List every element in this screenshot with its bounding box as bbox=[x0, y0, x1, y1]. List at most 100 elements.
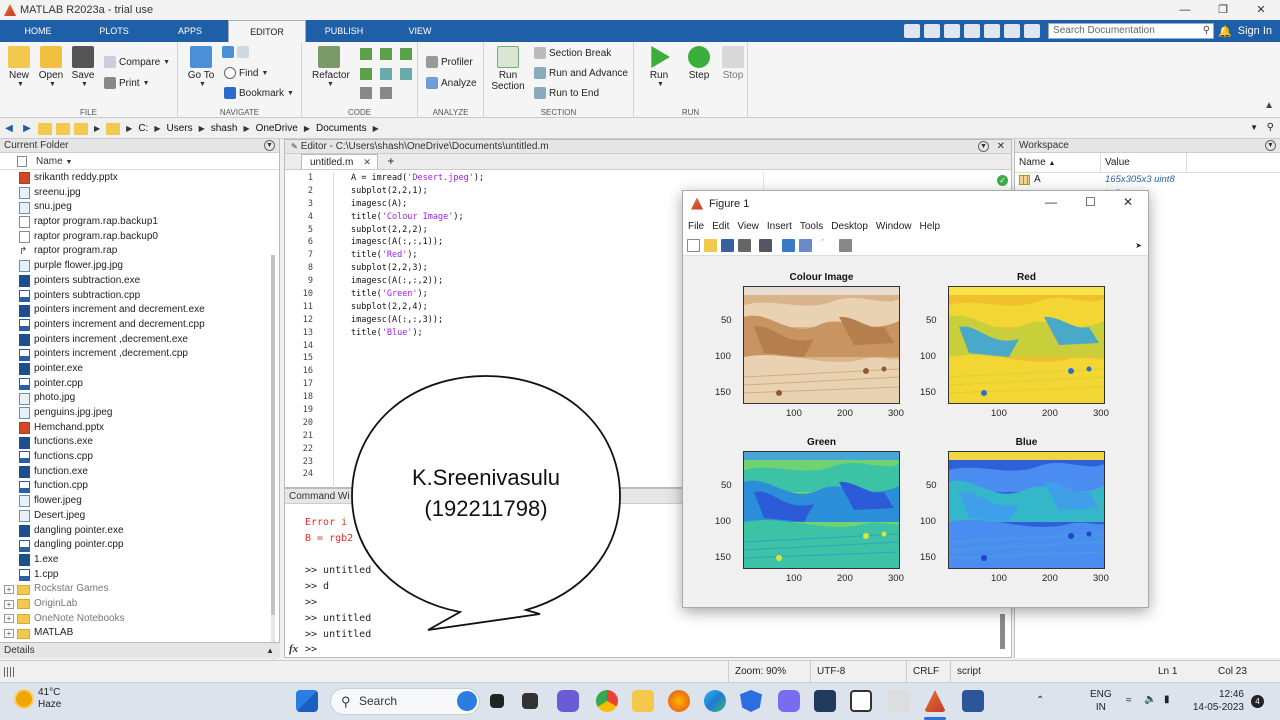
breadcrumb-c[interactable]: C: bbox=[138, 123, 148, 134]
task-view-icon[interactable] bbox=[490, 694, 504, 708]
uncomment-icon[interactable] bbox=[360, 68, 372, 80]
link-icon[interactable] bbox=[759, 239, 772, 252]
subplot-axes-green[interactable] bbox=[743, 451, 900, 569]
folder-row[interactable]: + Rockstar Games bbox=[0, 582, 270, 597]
folder-row[interactable]: + OneNote Notebooks bbox=[0, 612, 270, 627]
snipping-icon[interactable] bbox=[888, 690, 910, 712]
outdent-icon[interactable] bbox=[380, 68, 392, 80]
file-row[interactable]: functions.cpp bbox=[0, 450, 270, 465]
name-column-header[interactable]: Name ▼ bbox=[0, 153, 279, 170]
edge-icon[interactable] bbox=[704, 690, 726, 712]
battery-icon[interactable]: ▮ bbox=[1164, 694, 1170, 705]
collapse-ribbon-icon[interactable]: ▲ bbox=[1264, 100, 1274, 111]
print-button[interactable]: Print ▼ bbox=[104, 77, 150, 89]
quick-paste-icon[interactable] bbox=[964, 24, 981, 38]
windows-start-icon[interactable] bbox=[296, 690, 318, 712]
profiler-button[interactable]: Profiler bbox=[426, 56, 473, 68]
close-tab-icon[interactable]: ✕ bbox=[363, 157, 371, 167]
file-row[interactable]: srikanth reddy.pptx bbox=[0, 171, 270, 186]
tab-apps[interactable]: APPS bbox=[152, 20, 228, 42]
subplot-axes-colour[interactable] bbox=[743, 286, 900, 404]
file-row[interactable]: function.exe bbox=[0, 465, 270, 480]
back-icon[interactable]: ◀ bbox=[2, 123, 16, 135]
weather-widget[interactable]: 41°C Haze bbox=[16, 687, 61, 711]
run-and-advance-button[interactable]: Run and Advance bbox=[534, 67, 628, 79]
figure-minimize-button[interactable]: — bbox=[1045, 195, 1057, 209]
chrome-icon[interactable] bbox=[596, 690, 618, 712]
open-figure-icon[interactable] bbox=[704, 239, 717, 252]
tab-editor[interactable]: EDITOR bbox=[228, 20, 306, 42]
workspace-row[interactable]: A 165x305x3 uint8 bbox=[1015, 173, 1280, 187]
editor-actions-icon[interactable]: ▼ bbox=[978, 141, 989, 152]
comment-icon[interactable] bbox=[360, 48, 372, 60]
run-to-end-button[interactable]: Run to End bbox=[534, 87, 599, 99]
new-tab-button[interactable]: + bbox=[382, 155, 400, 169]
section-break-button[interactable]: Section Break bbox=[534, 47, 611, 59]
file-row[interactable]: pointers increment and decrement.exe bbox=[0, 303, 270, 318]
file-row[interactable]: function.cpp bbox=[0, 479, 270, 494]
subplot-axes-blue[interactable] bbox=[948, 451, 1105, 569]
quick-redo-icon[interactable] bbox=[1004, 24, 1021, 38]
step-button[interactable]: Step bbox=[682, 46, 716, 81]
file-row[interactable]: dangling pointer.exe bbox=[0, 524, 270, 539]
file-row[interactable]: 1.cpp bbox=[0, 568, 270, 583]
run-section-button[interactable]: Run Section bbox=[488, 46, 528, 92]
tab-publish[interactable]: PUBLISH bbox=[306, 20, 382, 42]
search-documentation-input[interactable]: Search Documentation ⚲ bbox=[1048, 23, 1215, 39]
file-row[interactable]: raptor program.rap.backup0 bbox=[0, 230, 270, 245]
figure-menu-view[interactable]: View bbox=[736, 221, 760, 232]
file-row[interactable]: purple flower.jpg.jpg bbox=[0, 259, 270, 274]
tray-chevron-icon[interactable]: ⌃ bbox=[1036, 695, 1044, 706]
file-row[interactable]: pointers increment ,decrement.exe bbox=[0, 333, 270, 348]
file-row[interactable]: ↱ raptor program.rap bbox=[0, 244, 270, 259]
save-figure-icon[interactable] bbox=[721, 239, 734, 252]
file-row[interactable]: pointers subtraction.exe bbox=[0, 274, 270, 289]
analyze-button[interactable]: Analyze bbox=[426, 77, 477, 89]
expand-folder-icon[interactable]: + bbox=[4, 614, 14, 624]
figure-menu-insert[interactable]: Insert bbox=[766, 221, 793, 232]
maximize-button[interactable]: ❐ bbox=[1204, 0, 1242, 20]
file-row[interactable]: flower.jpeg bbox=[0, 494, 270, 509]
wifi-icon[interactable]: ≈ bbox=[1126, 695, 1132, 706]
language-indicator[interactable]: ENG IN bbox=[1090, 688, 1112, 714]
breadcrumb-documents[interactable]: Documents bbox=[316, 123, 367, 134]
security-shield-icon[interactable] bbox=[740, 690, 762, 712]
code-options-icon[interactable] bbox=[380, 87, 392, 99]
workspace-actions-icon[interactable]: ▼ bbox=[1265, 140, 1276, 151]
quick-help-icon[interactable] bbox=[1024, 24, 1041, 38]
file-row[interactable]: pointers subtraction.cpp bbox=[0, 289, 270, 304]
figure-menu-help[interactable]: Help bbox=[919, 221, 942, 232]
notification-badge[interactable]: 4 bbox=[1251, 695, 1264, 708]
arrow-pointer-icon[interactable] bbox=[822, 239, 835, 252]
expand-folder-icon[interactable]: + bbox=[4, 585, 14, 595]
new-folder-icon[interactable] bbox=[74, 122, 88, 135]
command-prompt[interactable]: >> bbox=[305, 644, 317, 655]
word-icon[interactable] bbox=[962, 690, 984, 712]
open-button[interactable]: Open ▼ bbox=[34, 46, 68, 88]
workspace-value-column[interactable]: Value bbox=[1101, 153, 1187, 172]
address-dropdown-icon[interactable]: ▼ bbox=[1250, 123, 1258, 132]
file-row[interactable]: pointer.exe bbox=[0, 362, 270, 377]
format-icon[interactable] bbox=[360, 87, 372, 99]
up-folder-icon[interactable] bbox=[38, 122, 52, 135]
bookmark-button[interactable]: Bookmark ▼ bbox=[224, 87, 294, 99]
widgets-icon[interactable] bbox=[522, 693, 538, 709]
run-button[interactable]: Run ▼ bbox=[642, 46, 676, 88]
find-button[interactable]: Find ▼ bbox=[224, 67, 268, 79]
colorbar-icon[interactable] bbox=[782, 239, 795, 252]
refactor-button[interactable]: Refactor ▼ bbox=[312, 46, 350, 88]
file-row[interactable]: 1.exe bbox=[0, 553, 270, 568]
folder-row[interactable]: + MATLAB bbox=[0, 626, 270, 641]
folder-row[interactable]: + OriginLab bbox=[0, 597, 270, 612]
smart-indent-icon[interactable] bbox=[400, 68, 412, 80]
breadcrumb-onedrive[interactable]: OneDrive bbox=[256, 123, 298, 134]
code-line[interactable]: A = imread('Desert.jpeg'); bbox=[337, 172, 757, 185]
expand-folder-icon[interactable]: + bbox=[4, 629, 14, 639]
subplot-axes-red[interactable] bbox=[948, 286, 1105, 404]
file-row[interactable]: sreenu.jpg bbox=[0, 186, 270, 201]
clock[interactable]: 12:46 14-05-2023 bbox=[1186, 688, 1244, 714]
file-row[interactable]: pointers increment ,decrement.cpp bbox=[0, 347, 270, 362]
stop-button[interactable]: Stop bbox=[716, 46, 750, 81]
details-panel[interactable]: Details ▲ bbox=[0, 642, 280, 658]
file-row[interactable]: snu.jpeg bbox=[0, 200, 270, 215]
